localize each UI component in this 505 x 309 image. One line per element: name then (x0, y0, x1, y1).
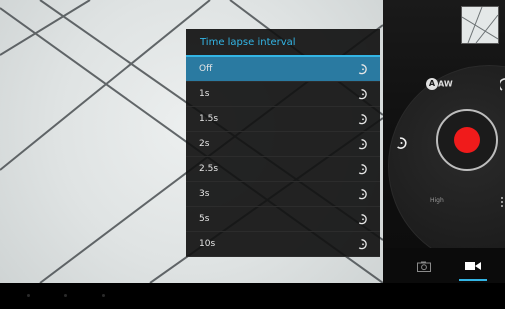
timelapse-1.5s-icon (358, 114, 367, 125)
thumbnail-image (462, 7, 498, 43)
timelapse-2.5s-icon (358, 164, 367, 175)
timelapse-option-item[interactable]: 10s (186, 232, 380, 257)
camera-icon (417, 261, 431, 272)
more-options-icon[interactable] (500, 193, 504, 207)
timelapse-option-item[interactable]: 3s (186, 182, 380, 207)
record-dot (454, 127, 480, 153)
timelapse-3s-icon (358, 189, 367, 200)
timelapse-option-label: 1s (199, 89, 210, 99)
popup-title: Time lapse interval (186, 29, 380, 57)
nav-dot (102, 294, 105, 297)
timelapse-option-label: 3s (199, 189, 210, 199)
shutter-button[interactable] (436, 109, 498, 171)
timelapse-option-item[interactable]: 1.5s (186, 107, 380, 132)
video-camera-icon (465, 262, 481, 270)
timelapse-icon[interactable] (395, 135, 409, 149)
timelapse-option-label: 10s (199, 239, 216, 249)
timelapse-option-label: 1.5s (199, 114, 219, 124)
white-balance-label: AW (438, 79, 453, 89)
timelapse-interval-popup: Time lapse interval Off 1s 1.5s 2s 2.5s 3s 5s 1… (186, 29, 380, 257)
nav-dot (27, 294, 30, 297)
active-mode-indicator (459, 279, 487, 281)
timelapse-option-item[interactable]: 1s (186, 82, 380, 107)
control-dial (388, 65, 505, 267)
timelapse-option-item[interactable]: 2.5s (186, 157, 380, 182)
camera-control-panel: A AW High (383, 0, 505, 283)
timelapse-5s-icon (358, 214, 367, 225)
system-navigation-bar (0, 283, 505, 309)
camera-mode-button[interactable] (414, 256, 434, 276)
timelapse-1s-icon (358, 89, 367, 100)
timelapse-option-item[interactable]: 2s (186, 132, 380, 157)
timelapse-10s-icon (358, 239, 367, 250)
timelapse-2s-icon (358, 139, 367, 150)
settings-arc-icon[interactable] (498, 76, 505, 91)
timelapse-option-item[interactable]: Off (186, 57, 380, 82)
last-photo-thumbnail[interactable] (461, 6, 499, 44)
white-balance-auto-icon: A (426, 78, 438, 90)
timelapse-option-label: 5s (199, 214, 210, 224)
timelapse-option-label: 2.5s (199, 164, 219, 174)
timelapse-option-label: 2s (199, 139, 210, 149)
mode-switcher (383, 248, 505, 283)
nav-dot (64, 294, 67, 297)
timelapse-option-label: Off (199, 64, 213, 74)
video-mode-button[interactable] (463, 256, 483, 276)
white-balance-control[interactable]: A AW (426, 77, 453, 90)
video-quality-label: High (430, 197, 444, 204)
timelapse-off-icon (358, 64, 367, 75)
timelapse-option-item[interactable]: 5s (186, 207, 380, 232)
